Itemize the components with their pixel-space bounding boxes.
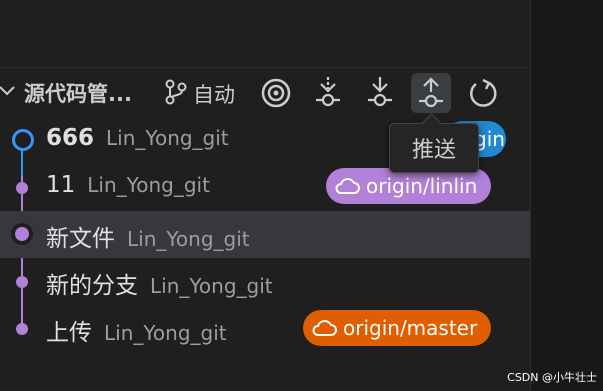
- commit-message: 新的分支 Lin_Yong_git: [46, 273, 273, 299]
- target-icon: [261, 78, 291, 108]
- commit-row[interactable]: 上传 Lin_Yong_git origin/master: [0, 305, 530, 352]
- pull-button[interactable]: [360, 73, 400, 113]
- commit-dot: [16, 182, 28, 194]
- push-button[interactable]: [411, 73, 451, 113]
- commit-dot: [16, 323, 28, 335]
- watermark: CSDN @小牛壮士: [507, 371, 597, 384]
- badge-label: origin/master: [343, 316, 478, 340]
- commit-row[interactable]: 新文件 Lin_Yong_git: [0, 211, 530, 258]
- fetch-icon: [316, 77, 340, 107]
- commit-message: 666 Lin_Yong_git: [46, 125, 229, 151]
- cloud-icon: [335, 178, 360, 194]
- commit-author: Lin_Yong_git: [127, 227, 250, 251]
- refresh-button[interactable]: [463, 73, 503, 113]
- branch-icon[interactable]: [163, 78, 189, 106]
- commit-author: Lin_Yong_git: [104, 321, 227, 345]
- push-icon: [419, 77, 443, 108]
- fetch-button[interactable]: [308, 73, 348, 113]
- commit-message: 11 Lin_Yong_git: [46, 172, 210, 198]
- remote-badge-origin-linlin[interactable]: origin/linlin: [326, 168, 492, 204]
- commit-dot: [16, 276, 28, 288]
- cloud-icon: [312, 320, 337, 336]
- badge-label: origin/linlin: [366, 174, 478, 198]
- editor-area: [530, 0, 603, 391]
- commit-author: Lin_Yong_git: [106, 126, 229, 150]
- remote-badge-origin-master[interactable]: origin/master: [303, 310, 492, 346]
- top-bar: [0, 0, 530, 68]
- push-tooltip: 推送: [389, 123, 479, 173]
- commit-row[interactable]: 新的分支 Lin_Yong_git: [0, 258, 530, 305]
- target-button[interactable]: [256, 73, 296, 113]
- chevron-down-icon[interactable]: [0, 80, 18, 100]
- pull-icon: [368, 77, 392, 107]
- refresh-icon: [470, 78, 497, 107]
- head-commit-icon: [12, 129, 34, 151]
- commit-message: 新文件 Lin_Yong_git: [46, 226, 250, 252]
- branch-mode-label[interactable]: 自动: [193, 79, 235, 109]
- commit-message: 上传 Lin_Yong_git: [46, 320, 227, 346]
- commit-dot-selected: [11, 223, 33, 245]
- section-title[interactable]: 源代码管...: [24, 78, 132, 108]
- commit-author: Lin_Yong_git: [87, 173, 210, 197]
- commit-author: Lin_Yong_git: [150, 274, 273, 298]
